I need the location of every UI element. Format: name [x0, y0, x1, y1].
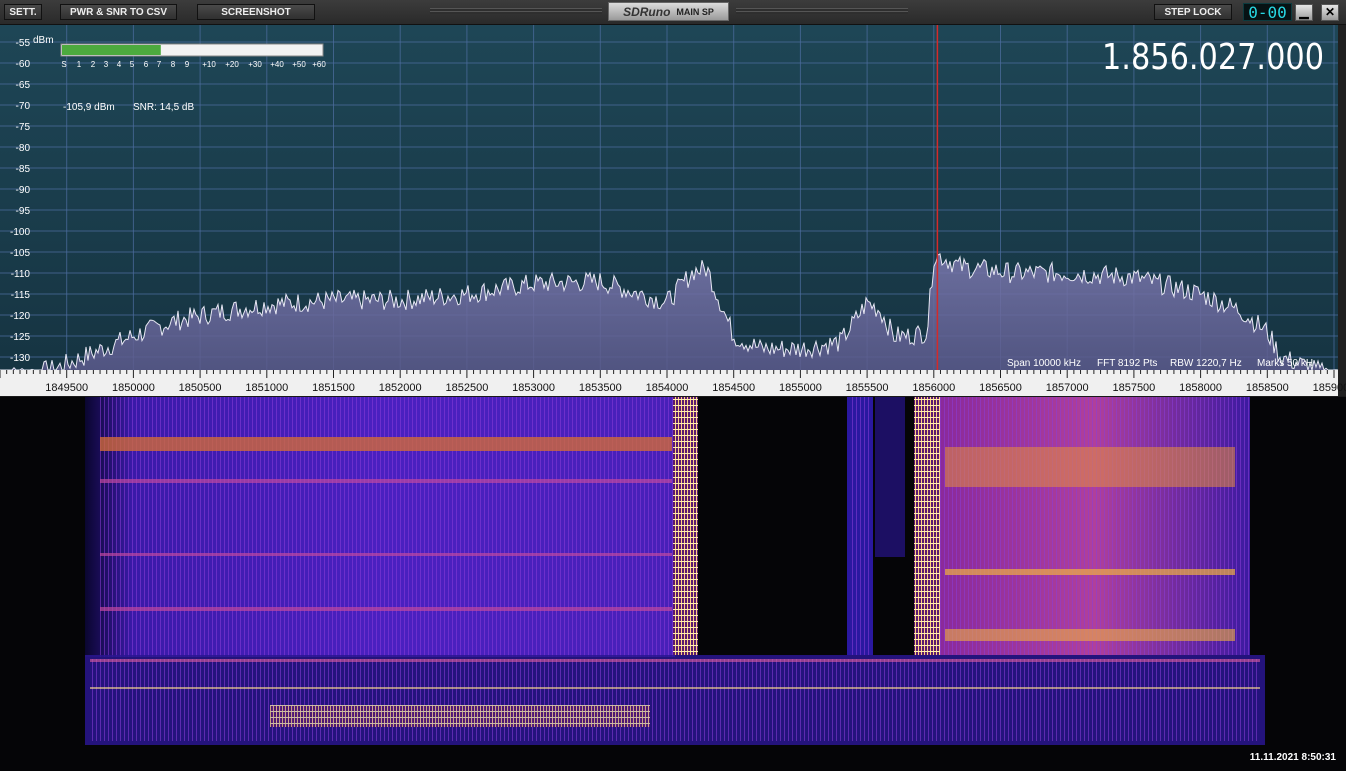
waterfall-streak: [945, 447, 1235, 487]
y-tick-label: -85: [16, 164, 31, 175]
waterfall-signal-texture: [850, 397, 870, 655]
power-readout: -105,9 dBm: [63, 102, 115, 113]
waterfall-texture-lower: [90, 659, 1260, 741]
minimize-button[interactable]: ▁: [1295, 4, 1313, 21]
waterfall-streak: [90, 687, 1260, 689]
settings-button[interactable]: SETT.: [4, 4, 42, 20]
y-tick-label: -115: [11, 290, 31, 301]
waterfall-streak: [100, 437, 672, 451]
marks-status: Marks 50 kH: [1257, 358, 1313, 369]
s-meter-tick-label: +30: [248, 60, 262, 69]
s-meter-tick-label: 6: [144, 60, 149, 69]
y-tick-label: -125: [10, 332, 30, 343]
y-tick-label: -65: [16, 80, 31, 91]
y-tick-label: -75: [16, 122, 31, 133]
logo-subtitle: MAIN SP: [676, 6, 714, 17]
s-meter-tick-label: +20: [225, 60, 239, 69]
snr-readout: SNR: 14,5 dB: [133, 102, 194, 113]
s-meter-tick-label: 8: [171, 60, 176, 69]
x-tick-label: 1849500: [45, 382, 88, 394]
s-meter-tick-label: +10: [202, 60, 216, 69]
y-tick-label: -105: [10, 248, 30, 259]
pwr-snr-csv-button[interactable]: PWR & SNR TO CSV: [60, 4, 177, 20]
x-tick-label: 1859000: [1313, 382, 1346, 394]
x-tick-label: 1855000: [779, 382, 822, 394]
waterfall-texture-left: [100, 397, 675, 657]
s-meter-tick-label: +50: [292, 60, 306, 69]
waterfall-hot-band: [270, 705, 650, 727]
waterfall-signal-column: [875, 397, 905, 557]
x-tick-label: 1851000: [245, 382, 288, 394]
logo-name: SDRuno: [623, 4, 671, 19]
s-meter-tick-label: 7: [157, 60, 162, 69]
x-tick-label: 1855500: [846, 382, 889, 394]
x-tick-label: 1857500: [1112, 382, 1155, 394]
spectrum-chart[interactable]: -50 -55 -60 -65 -70 -75 -80 -85 -90 -95 -100 -105 -1…: [0, 17, 1346, 396]
waterfall-streak: [100, 553, 672, 556]
s-meter-tick-label: 1: [77, 60, 82, 69]
x-tick-label: 1856000: [912, 382, 955, 394]
y-tick-label: -50: [16, 25, 31, 28]
s-meter-tick-label: S: [61, 60, 66, 69]
waterfall-streak: [100, 479, 672, 483]
x-tick-label: 1850500: [179, 382, 222, 394]
drag-grip-left[interactable]: [430, 8, 602, 14]
waterfall-texture-right: [940, 397, 1250, 655]
drag-grip-right[interactable]: [736, 8, 908, 14]
s-meter-level: [62, 45, 161, 55]
s-meter-tick-label: +40: [270, 60, 284, 69]
screenshot-button[interactable]: SCREENSHOT: [197, 4, 315, 20]
y-tick-label: -120: [10, 311, 30, 322]
x-tick-label: 1853500: [579, 382, 622, 394]
waterfall-streak: [100, 607, 672, 611]
y-tick-label: -110: [11, 269, 31, 280]
x-tick-label: 1850000: [112, 382, 155, 394]
y-tick-label: -60: [16, 59, 31, 70]
timestamp: 11.11.2021 8:50:31: [1249, 752, 1336, 763]
waterfall-hot-column: [914, 397, 940, 655]
spectrum-panel[interactable]: -50 -55 -60 -65 -70 -75 -80 -85 -90 -95 -100 -105 -1…: [0, 17, 1346, 396]
y-axis-unit: dBm: [33, 35, 54, 46]
step-lock-button[interactable]: STEP LOCK: [1154, 4, 1232, 20]
s-meter-tick-label: +60: [312, 60, 326, 69]
fft-status: FFT 8192 Pts: [1097, 358, 1157, 369]
y-tick-label: -80: [16, 143, 31, 154]
rbw-status: RBW 1220,7 Hz: [1170, 358, 1242, 369]
frequency-display[interactable]: 1.856.027.000: [1102, 37, 1324, 78]
s-meter-tick-label: 3: [104, 60, 109, 69]
y-tick-label: -130: [10, 353, 30, 364]
waterfall-streak: [945, 569, 1235, 575]
x-axis-ticks: [0, 370, 1335, 378]
x-tick-label: 1858500: [1246, 382, 1289, 394]
y-tick-label: -95: [16, 206, 31, 217]
close-button[interactable]: ✕: [1321, 4, 1339, 21]
waterfall-streak: [945, 629, 1235, 641]
x-tick-label: 1857000: [1046, 382, 1089, 394]
y-tick-label: -100: [10, 227, 30, 238]
s-meter-tick-label: 9: [185, 60, 190, 69]
y-tick-label: -70: [16, 101, 31, 112]
x-tick-label: 1852000: [379, 382, 422, 394]
y-tick-label: -90: [16, 185, 31, 196]
channel-counter-display: 0-00: [1243, 3, 1292, 22]
y-tick-label: -55: [16, 38, 31, 49]
s-meter-tick-label: 5: [130, 60, 135, 69]
x-tick-label: 1851500: [312, 382, 355, 394]
title-bar: SETT. PWR & SNR TO CSV SCREENSHOT SDRuno…: [0, 0, 1346, 25]
x-tick-label: 1854500: [712, 382, 755, 394]
waterfall-streak: [90, 659, 1260, 662]
x-tick-label: 1856500: [979, 382, 1022, 394]
s-meter-tick-label: 2: [91, 60, 96, 69]
x-tick-label: 1854000: [646, 382, 689, 394]
span-status: Span 10000 kHz: [1007, 358, 1081, 369]
s-meter-tick-label: 4: [117, 60, 122, 69]
x-tick-label: 1852500: [445, 382, 488, 394]
x-tick-label: 1858000: [1179, 382, 1222, 394]
sdruno-logo: SDRuno MAIN SP: [608, 2, 729, 21]
waterfall-panel[interactable]: 11.11.2021 8:50:31: [0, 397, 1346, 771]
x-tick-label: 1853000: [512, 382, 555, 394]
waterfall-hot-column: [673, 397, 698, 655]
waterfall-display[interactable]: [0, 397, 1346, 771]
